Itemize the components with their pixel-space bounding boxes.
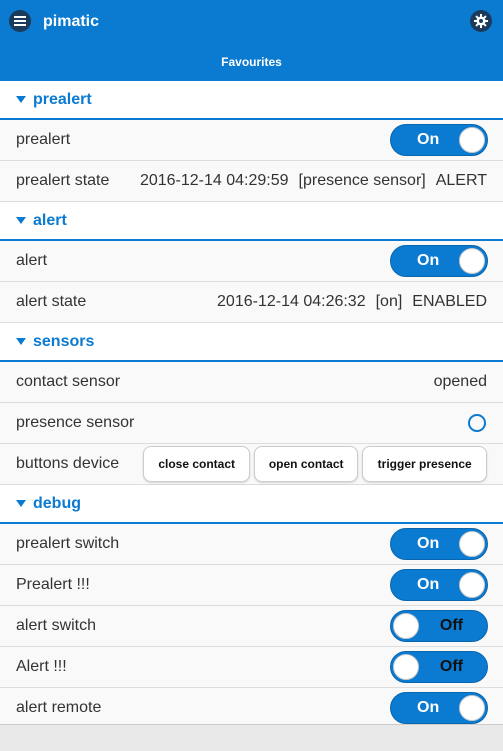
tab-favourites[interactable]: Favourites bbox=[0, 54, 503, 70]
device-row-alert-remote: alert remote On bbox=[0, 688, 503, 729]
hamburger-menu-icon[interactable] bbox=[9, 10, 31, 32]
device-list: prealert prealert On prealert state 2016… bbox=[0, 81, 503, 729]
alert-state-value: 2016-12-14 04:26:32 [on] ENABLED bbox=[217, 293, 487, 311]
toggle-state-label: Off bbox=[439, 658, 463, 675]
toggle-state-label: On bbox=[417, 535, 440, 552]
close-contact-button[interactable]: close contact bbox=[143, 446, 251, 482]
device-label: alert switch bbox=[16, 617, 97, 634]
footer-bar bbox=[0, 724, 503, 751]
group-title: debug bbox=[33, 494, 81, 512]
device-row-contact-sensor: contact sensor opened bbox=[0, 362, 503, 403]
device-row-alert-alarm: Alert !!! Off bbox=[0, 647, 503, 688]
device-row-alert-switch: alert switch Off bbox=[0, 606, 503, 647]
toggle-knob bbox=[459, 531, 485, 557]
toggle-knob bbox=[459, 572, 485, 598]
state-source: [presence sensor] bbox=[298, 172, 426, 189]
device-label: buttons device bbox=[16, 455, 120, 472]
device-row-prealert: prealert On bbox=[0, 120, 503, 161]
gear-icon[interactable] bbox=[470, 10, 492, 32]
toggle-state-label: Off bbox=[439, 617, 463, 634]
state-status: ALERT bbox=[435, 172, 487, 189]
toggle-state-label: On bbox=[417, 252, 440, 269]
alert-toggle[interactable]: On bbox=[390, 245, 488, 277]
collapse-triangle-icon bbox=[16, 338, 26, 345]
device-label: alert remote bbox=[16, 699, 102, 716]
state-time: 2016-12-14 04:29:59 bbox=[139, 172, 289, 189]
toggle-state-label: On bbox=[417, 576, 440, 593]
toggle-knob bbox=[459, 695, 485, 721]
device-row-alert-state: alert state 2016-12-14 04:26:32 [on] ENABL… bbox=[0, 282, 503, 323]
prealert-switch-toggle[interactable]: On bbox=[390, 528, 488, 560]
device-row-prealert-alarm: Prealert !!! On bbox=[0, 565, 503, 606]
group-title: sensors bbox=[33, 332, 95, 350]
trigger-presence-button[interactable]: trigger presence bbox=[362, 446, 488, 482]
presence-indicator-icon bbox=[468, 414, 486, 432]
toggle-knob bbox=[393, 654, 419, 680]
device-row-alert: alert On bbox=[0, 241, 503, 282]
prealert-toggle[interactable]: On bbox=[390, 124, 488, 156]
group-title: alert bbox=[33, 211, 67, 229]
alert-switch-toggle[interactable]: Off bbox=[390, 610, 488, 642]
collapse-triangle-icon bbox=[16, 217, 26, 224]
toggle-knob bbox=[459, 248, 485, 274]
device-label: prealert bbox=[16, 131, 71, 148]
toggle-knob bbox=[459, 127, 485, 153]
group-header-debug[interactable]: debug bbox=[0, 485, 503, 524]
toggle-knob bbox=[393, 613, 419, 639]
app-header: pimatic Favourites bbox=[0, 0, 503, 81]
device-label: alert bbox=[16, 252, 48, 269]
device-label: presence sensor bbox=[16, 414, 135, 431]
state-status: ENABLED bbox=[412, 293, 487, 310]
prealert-state-value: 2016-12-14 04:29:59 [presence sensor] ALER… bbox=[140, 172, 487, 190]
device-row-prealert-switch: prealert switch On bbox=[0, 524, 503, 565]
group-title: prealert bbox=[33, 90, 92, 108]
group-header-sensors[interactable]: sensors bbox=[0, 323, 503, 362]
device-button-group: close contact open contact trigger prese… bbox=[143, 446, 488, 482]
collapse-triangle-icon bbox=[16, 96, 26, 103]
device-label: contact sensor bbox=[16, 373, 121, 390]
device-label: alert state bbox=[16, 293, 87, 310]
open-contact-button[interactable]: open contact bbox=[254, 446, 359, 482]
device-label: Prealert !!! bbox=[16, 576, 90, 593]
device-row-buttons-device: buttons device close contact open contac… bbox=[0, 444, 503, 485]
prealert-alarm-toggle[interactable]: On bbox=[390, 569, 488, 601]
collapse-triangle-icon bbox=[16, 500, 26, 507]
device-label: Alert !!! bbox=[16, 658, 67, 675]
state-source: [on] bbox=[375, 293, 403, 310]
group-header-prealert[interactable]: prealert bbox=[0, 81, 503, 120]
alert-alarm-toggle[interactable]: Off bbox=[390, 651, 488, 683]
state-time: 2016-12-14 04:26:32 bbox=[217, 293, 366, 310]
toggle-state-label: On bbox=[417, 699, 440, 716]
device-row-prealert-state: prealert state 2016-12-14 04:29:59 [prese… bbox=[0, 161, 503, 202]
app-title: pimatic bbox=[43, 13, 100, 30]
group-header-alert[interactable]: alert bbox=[0, 202, 503, 241]
device-label: prealert state bbox=[16, 172, 110, 189]
device-row-presence-sensor: presence sensor bbox=[0, 403, 503, 444]
toggle-state-label: On bbox=[417, 131, 440, 148]
device-label: prealert switch bbox=[16, 535, 120, 552]
alert-remote-toggle[interactable]: On bbox=[390, 692, 488, 724]
contact-sensor-value: opened bbox=[433, 373, 487, 390]
